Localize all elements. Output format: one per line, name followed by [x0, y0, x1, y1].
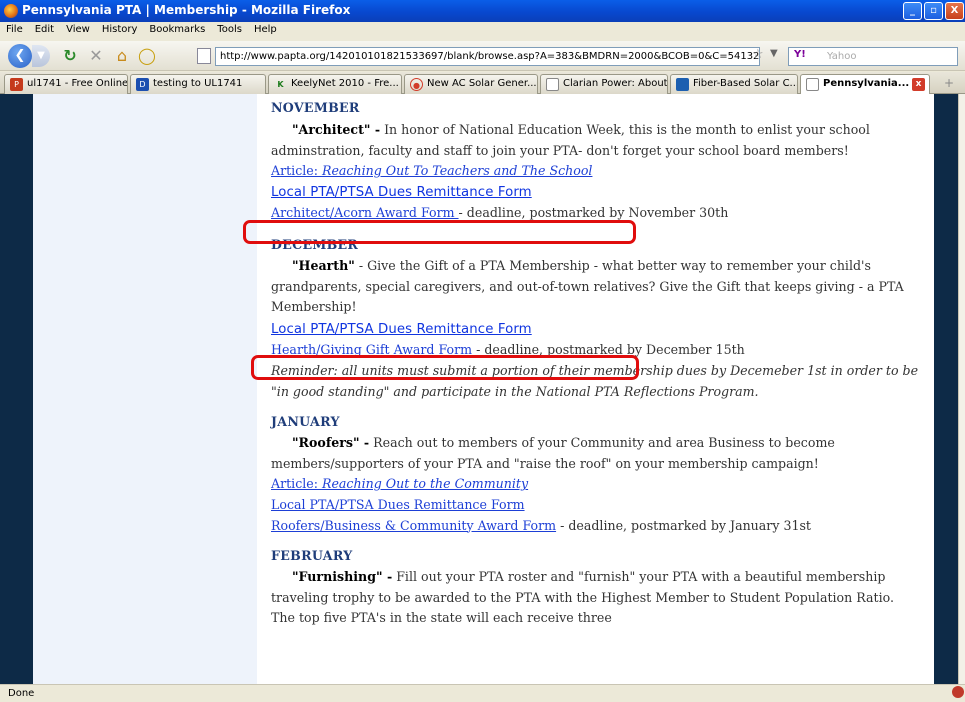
- tab-label: testing to UL1741: [153, 78, 243, 89]
- left-border: [0, 94, 33, 684]
- navigation-toolbar: ❮ ▼ ↻ ✕ ⌂ ◯ http://www.papta.org/1420101…: [0, 41, 965, 71]
- page-icon: [546, 78, 559, 91]
- menu-help[interactable]: Help: [248, 22, 283, 35]
- maximize-button[interactable]: ▫: [924, 2, 943, 20]
- menu-view[interactable]: View: [60, 22, 96, 35]
- tab-clarian-power[interactable]: Clarian Power: About: [540, 74, 668, 94]
- menu-history[interactable]: History: [96, 22, 144, 35]
- page-content: NOVEMBER "Architect" - In honor of Natio…: [0, 94, 965, 684]
- page-favicon: [197, 48, 211, 64]
- heading-november: NOVEMBER: [271, 100, 360, 115]
- architect-award-link[interactable]: Architect/Acorn Award Form: [271, 205, 459, 220]
- theme-hearth: "Hearth": [292, 257, 355, 273]
- main-article: NOVEMBER "Architect" - In honor of Natio…: [257, 94, 934, 684]
- theme-roofers: "Roofers" -: [292, 435, 370, 451]
- tab-fiber-solar[interactable]: Fiber-Based Solar C...: [670, 74, 798, 94]
- highlight-box-dec: [251, 355, 639, 380]
- reload-icon[interactable]: ↻: [60, 45, 80, 67]
- stop-icon[interactable]: ✕: [86, 45, 106, 67]
- article-community-link[interactable]: Article: Reaching Out to the Community: [271, 476, 528, 491]
- tab-pennsylvania-pta[interactable]: Pennsylvania... x: [800, 74, 930, 95]
- side-column: [33, 94, 257, 684]
- new-tab-button[interactable]: +: [938, 76, 960, 92]
- theme-architect: "Architect" -: [292, 122, 381, 137]
- tab-label: Pennsylvania...: [823, 78, 910, 89]
- yahoo-search-icon[interactable]: Y!: [794, 49, 806, 60]
- right-border: [934, 94, 958, 684]
- forward-button[interactable]: ▼: [32, 45, 50, 67]
- heading-january: JANUARY: [271, 414, 340, 430]
- minimize-button[interactable]: _: [903, 2, 922, 20]
- browser-window: Pennsylvania PTA | Membership - Mozilla …: [0, 0, 965, 702]
- tab-label: New AC Solar Gener...: [427, 78, 537, 89]
- article-teachers: Article: Reaching Out To Teachers and Th…: [271, 161, 934, 182]
- dues-remittance-link-jan[interactable]: Local PTA/PTSA Dues Remittance Form: [271, 497, 525, 512]
- url-input[interactable]: http://www.papta.org/142010101821533697/…: [215, 47, 760, 66]
- kn-icon: K: [277, 80, 284, 89]
- article-teachers-link[interactable]: Article: Reaching Out To Teachers and Th…: [271, 163, 592, 178]
- menu-bookmarks[interactable]: Bookmarks: [143, 22, 211, 35]
- december-text: "Hearth" - Give the Gift of a PTA Member…: [271, 257, 904, 315]
- back-button[interactable]: ❮: [8, 44, 32, 68]
- tab-new-ac-solar[interactable]: ● New AC Solar Gener...: [404, 74, 538, 94]
- roofers-award-row: Roofers/Business & Community Award Form …: [271, 517, 811, 533]
- pdf-icon: P: [10, 78, 23, 91]
- menu-tools[interactable]: Tools: [211, 22, 248, 35]
- tab-label: Clarian Power: About: [563, 78, 668, 89]
- tab-ul1741[interactable]: Pul1741 - Free Online...: [4, 74, 128, 94]
- january-text: "Roofers" - Reach out to members of your…: [271, 435, 835, 471]
- tab-keelynet[interactable]: K KeelyNet 2010 - Fre...: [268, 74, 402, 94]
- bookmark-star-icon[interactable]: ☆: [752, 47, 764, 62]
- page-icon: [806, 78, 819, 91]
- search-input[interactable]: Yahoo: [788, 47, 958, 66]
- vertical-scrollbar[interactable]: [958, 94, 965, 684]
- tab-label: Fiber-Based Solar C...: [693, 78, 798, 89]
- status-bar: Done: [0, 684, 965, 702]
- roofers-award-link[interactable]: Roofers/Business & Community Award Form: [271, 518, 556, 533]
- chevron-down-icon[interactable]: ▼: [770, 48, 778, 59]
- tab-label: ul1741 - Free Online...: [27, 78, 128, 89]
- tab-label: KeelyNet 2010 - Fre...: [291, 78, 399, 89]
- close-button[interactable]: X: [945, 2, 964, 20]
- close-tab-icon[interactable]: x: [912, 78, 925, 91]
- highlight-box-nov: [243, 220, 636, 244]
- november-text: "Architect" - In honor of National Educa…: [271, 122, 870, 158]
- february-text: "Furnishing" - Fill out your PTA roster …: [271, 569, 894, 626]
- home-icon[interactable]: ⌂: [112, 45, 132, 67]
- d-icon: D: [136, 78, 149, 91]
- menu-bar: File Edit View History Bookmarks Tools Help: [0, 22, 965, 41]
- tab-testing-ul1741[interactable]: Dtesting to UL1741: [130, 74, 266, 94]
- page-icon: [676, 78, 689, 91]
- theme-furnishing: "Furnishing" -: [292, 569, 393, 585]
- menu-edit[interactable]: Edit: [29, 22, 60, 35]
- status-text: Done: [8, 688, 35, 699]
- circle-icon: ●: [410, 78, 423, 91]
- dues-remittance-link-dec[interactable]: Local PTA/PTSA Dues Remittance Form: [271, 322, 532, 337]
- dues-remittance-link-nov[interactable]: Local PTA/PTSA Dues Remittance Form: [271, 185, 532, 200]
- firefox-icon: [4, 4, 18, 18]
- menu-file[interactable]: File: [0, 22, 29, 35]
- tab-bar: Pul1741 - Free Online... Dtesting to UL1…: [0, 72, 965, 95]
- title-bar: Pennsylvania PTA | Membership - Mozilla …: [0, 0, 965, 22]
- heading-february: FEBRUARY: [271, 548, 353, 564]
- extension-icon[interactable]: ◯: [136, 45, 158, 67]
- status-icon: [952, 686, 964, 698]
- window-title: Pennsylvania PTA | Membership - Mozilla …: [22, 3, 351, 17]
